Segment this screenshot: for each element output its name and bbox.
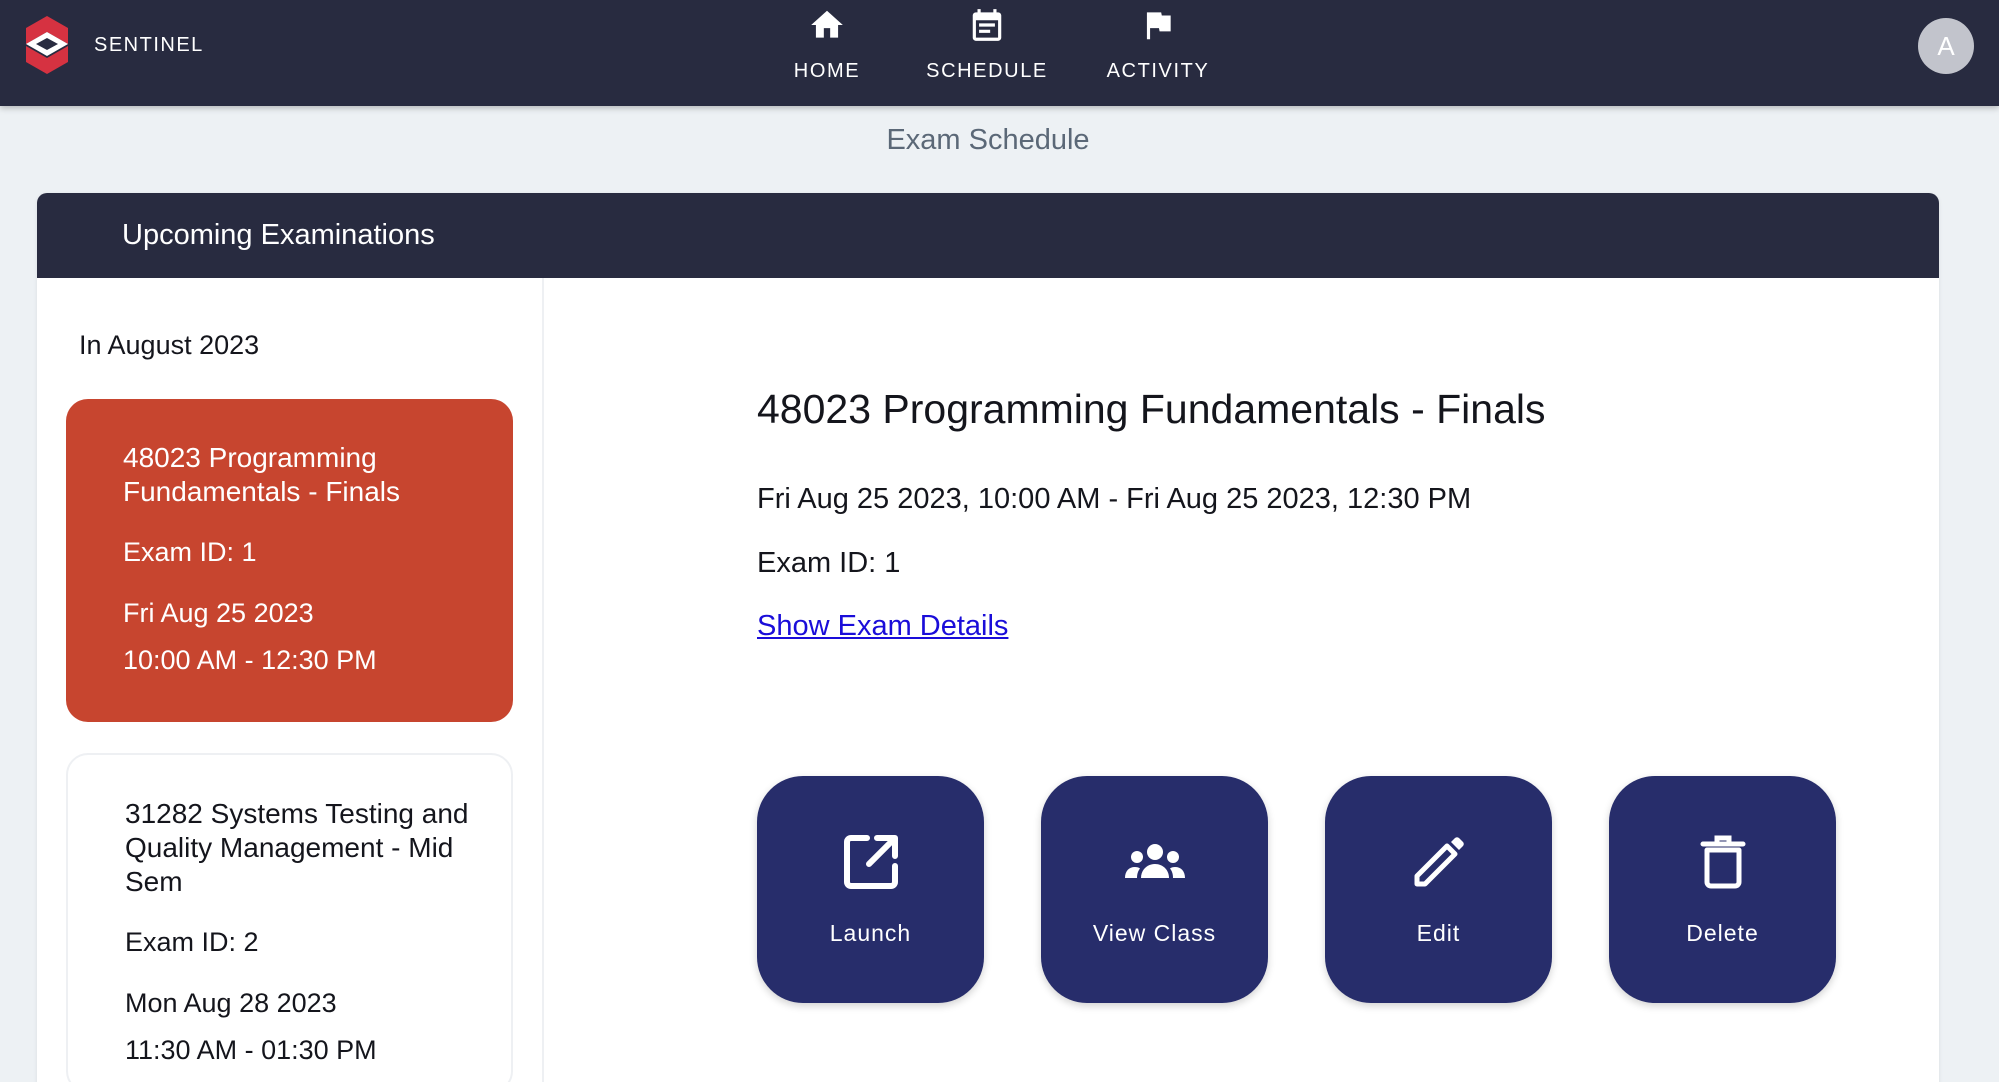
- card-header-title: Upcoming Examinations: [122, 219, 435, 251]
- calendar-icon: [972, 9, 1002, 41]
- pencil-icon: [1414, 837, 1464, 887]
- launch-label: Launch: [829, 920, 912, 946]
- exam-detail-title: 48023 Programming Fundamentals - Finals: [757, 386, 1546, 432]
- page-title: Exam Schedule: [886, 124, 1090, 156]
- month-heading: In August 2023: [79, 330, 260, 360]
- card-header: Upcoming Examinations: [37, 193, 1939, 278]
- nav-item-activity[interactable]: ACTIVITY: [1106, 4, 1210, 92]
- exam-detail-id: Exam ID: 1: [757, 547, 901, 579]
- exam-id: Exam ID: 1: [123, 537, 257, 567]
- exam-time: 11:30 AM - 01:30 PM: [125, 1035, 377, 1065]
- exam-actions: Launch View Class Edit Delete: [757, 776, 1893, 1003]
- upcoming-examinations-card: Upcoming Examinations In August 2023 480…: [37, 193, 1939, 1082]
- exam-title: 31282 Systems Testing and Quality Manage…: [125, 798, 469, 897]
- delete-button[interactable]: Delete: [1609, 776, 1836, 1003]
- exam-date: Mon Aug 28 2023: [125, 988, 337, 1018]
- nav-label-activity: ACTIVITY: [1106, 60, 1210, 82]
- exam-list-panel: In August 2023 48023 Programming Fundame…: [37, 278, 544, 1082]
- home-icon: [811, 10, 843, 38]
- delete-label: Delete: [1686, 920, 1759, 946]
- top-navigation-bar: SENTINEL HOME SCHEDULE ACTIVITY A: [0, 0, 1999, 106]
- edit-label: Edit: [1416, 920, 1461, 946]
- show-exam-details-link[interactable]: Show Exam Details: [757, 610, 1008, 643]
- nav-item-schedule[interactable]: SCHEDULE: [921, 4, 1053, 92]
- avatar-initial: A: [1937, 30, 1955, 61]
- exam-id: Exam ID: 2: [125, 927, 259, 957]
- nav-label-schedule: SCHEDULE: [926, 60, 1048, 82]
- exam-time: 10:00 AM - 12:30 PM: [123, 645, 377, 675]
- exam-title: 48023 Programming Fundamentals - Finals: [123, 442, 401, 507]
- launch-button[interactable]: Launch: [757, 776, 984, 1003]
- user-avatar[interactable]: A: [1918, 18, 1974, 74]
- exam-detail-datetime-range: Fri Aug 25 2023, 10:00 AM - Fri Aug 25 2…: [757, 483, 1472, 515]
- view-class-label: View Class: [1092, 920, 1217, 946]
- flag-icon: [1146, 12, 1171, 40]
- edit-button[interactable]: Edit: [1325, 776, 1552, 1003]
- trash-icon: [1700, 835, 1745, 889]
- exam-list-item-selected[interactable]: 48023 Programming Fundamentals - Finals …: [66, 399, 513, 722]
- exam-date: Fri Aug 25 2023: [123, 598, 314, 628]
- group-icon: [1124, 844, 1185, 878]
- main-nav: HOME SCHEDULE ACTIVITY: [0, 0, 1999, 106]
- exam-list-item[interactable]: 31282 Systems Testing and Quality Manage…: [66, 753, 513, 1082]
- nav-item-home[interactable]: HOME: [792, 4, 862, 92]
- nav-label-home: HOME: [793, 60, 861, 82]
- external-link-icon: [843, 835, 898, 889]
- exam-detail-panel: 48023 Programming Fundamentals - Finals …: [757, 278, 1907, 1082]
- view-class-button[interactable]: View Class: [1041, 776, 1268, 1003]
